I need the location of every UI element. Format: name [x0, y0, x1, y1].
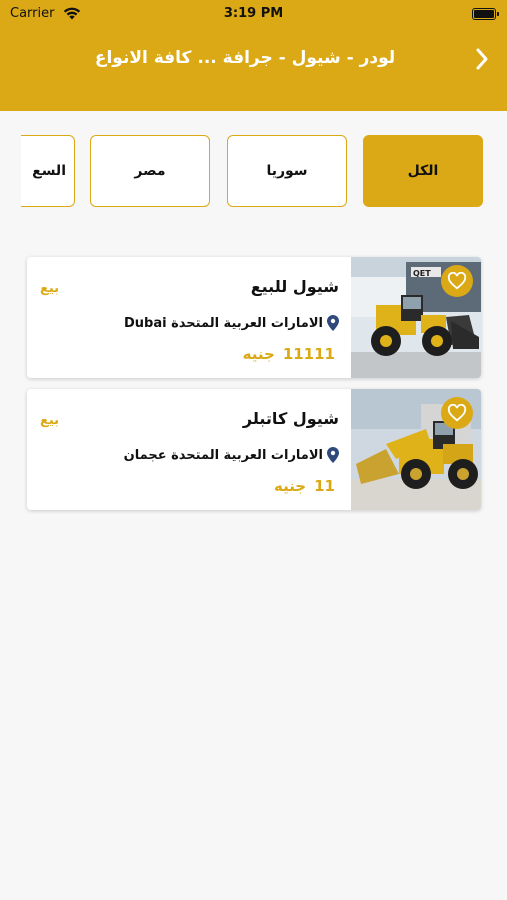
- status-time: 3:19 PM: [223, 6, 284, 21]
- tab-syria[interactable]: سوريا: [227, 135, 347, 207]
- battery-icon: [472, 8, 499, 20]
- location-text: الامارات العربية المتحدة Dubai: [124, 315, 323, 331]
- currency-label: جنيه: [273, 477, 307, 495]
- listing-type-badge: بيع: [40, 413, 60, 428]
- listing-title: شيول كاتبلر: [242, 409, 339, 428]
- listing-price: 11 جنيه: [274, 477, 335, 495]
- listing-location: الامارات العربية المتحدة Dubai: [124, 315, 339, 331]
- page-title: لودر - شيول - جرافة ... كافة الانواع: [94, 48, 396, 68]
- favorite-button[interactable]: [441, 397, 473, 429]
- app-header: Carrier 3:19 PM لودر - شيول - جرافة ... …: [0, 0, 507, 111]
- location-pin-icon: [327, 315, 339, 331]
- listing-card[interactable]: QET شيول للبيع الامارات العربية المتحدة …: [27, 257, 481, 378]
- price-value: 11: [314, 477, 335, 495]
- listing-card[interactable]: شيول كاتبلر الامارات العربية المتحدة عجم…: [27, 389, 481, 510]
- listing-title: شيول للبيع: [250, 277, 339, 296]
- chevron-right-icon[interactable]: [471, 46, 493, 72]
- tab-saudi[interactable]: السع: [21, 135, 75, 207]
- heart-icon: [447, 404, 467, 422]
- tab-egypt[interactable]: مصر: [90, 135, 210, 207]
- listing-price: 11111 جنيه: [243, 345, 335, 363]
- location-pin-icon: [327, 447, 339, 463]
- country-filter-tabs: الكل سوريا مصر السع: [21, 135, 488, 209]
- listing-location: الامارات العربية المتحدة عجمان: [124, 447, 339, 463]
- listing-type-badge: بيع: [40, 281, 60, 296]
- svg-text:QET: QET: [413, 269, 431, 278]
- price-value: 11111: [282, 345, 335, 363]
- status-bar: Carrier 3:19 PM: [0, 6, 507, 26]
- location-text: الامارات العربية المتحدة عجمان: [123, 447, 323, 463]
- favorite-button[interactable]: [441, 265, 473, 297]
- currency-label: جنيه: [242, 345, 275, 363]
- heart-icon: [447, 272, 467, 290]
- tab-all[interactable]: الكل: [363, 135, 483, 207]
